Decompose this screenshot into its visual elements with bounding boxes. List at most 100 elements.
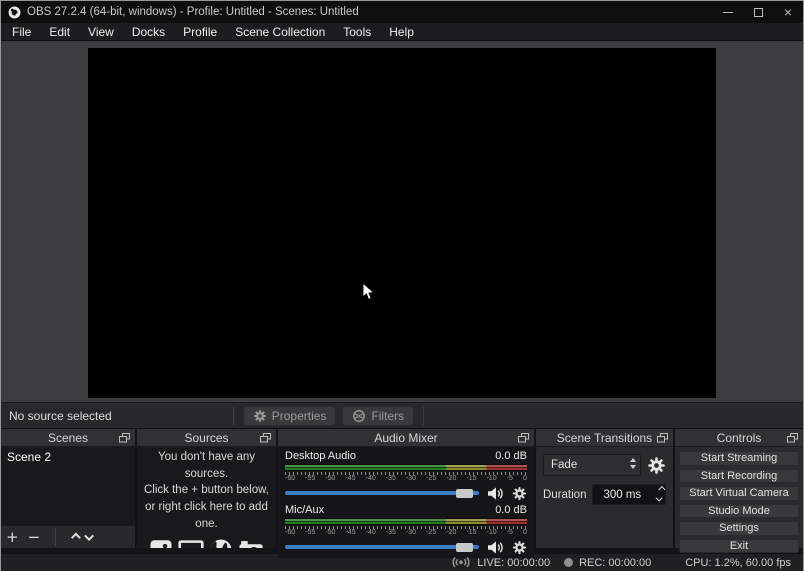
chevron-up-icon[interactable]	[658, 485, 666, 494]
controls-button[interactable]: Start Recording	[679, 468, 799, 483]
controls-button[interactable]: Exit	[679, 538, 799, 553]
menu-item[interactable]: File	[3, 23, 40, 40]
menu-item[interactable]: Scene Collection	[226, 23, 334, 40]
transition-select[interactable]: Fade	[543, 454, 641, 476]
obs-window: { "window": { "title": "OBS 27.2.4 (64-b…	[0, 0, 804, 571]
filters-button[interactable]: Filters	[342, 405, 415, 426]
transition-properties-button[interactable]	[647, 456, 666, 475]
audio-mixer-header[interactable]: Audio Mixer	[278, 429, 534, 447]
channel-db-value: 0.0 dB	[495, 450, 527, 462]
menu-item[interactable]: Profile	[174, 23, 226, 40]
minimize-button[interactable]	[713, 1, 743, 23]
maximize-button[interactable]	[743, 1, 773, 23]
monitor-icon	[178, 540, 204, 548]
source-status-text: No source selected	[9, 408, 112, 423]
preview-area	[1, 41, 803, 402]
live-timer: LIVE: 00:00:00	[477, 556, 551, 569]
add-scene-button[interactable]: +	[6, 529, 19, 545]
duration-input[interactable]: 300 ms	[592, 484, 666, 505]
menu-item[interactable]: Docks	[123, 23, 174, 40]
audio-mixer-panel: Audio Mixer Desktop Audio 0.0 dB -60 -55 -…	[278, 429, 534, 558]
toolbar-separator	[232, 406, 234, 425]
obs-logo-icon	[8, 6, 21, 18]
cpu-fps-stats: CPU: 1.2%, 60.00 fps	[685, 556, 791, 569]
channel-db-value: 0.0 dB	[495, 504, 527, 516]
tick-label: -15	[466, 529, 477, 536]
scenes-panel-header[interactable]: Scenes	[1, 429, 135, 447]
speaker-mute-button[interactable]	[487, 486, 504, 501]
volume-slider[interactable]	[285, 488, 479, 498]
float-dock-icon[interactable]	[260, 433, 271, 443]
controls-button[interactable]: Studio Mode	[679, 503, 799, 518]
tick-label: -60	[285, 475, 296, 482]
tick-label: -30	[405, 475, 417, 482]
sources-empty-text: You don't have any sources. Click the + b…	[137, 449, 276, 532]
controls-panel-header[interactable]: Controls	[675, 429, 803, 447]
scenes-toolbar: + −	[1, 525, 135, 548]
scenes-panel: Scenes Scene 2 + −	[1, 429, 135, 548]
sources-empty-text-line: Click the + button below,	[144, 484, 269, 497]
properties-button[interactable]: Properties	[242, 405, 337, 426]
move-scene-up-button[interactable]	[71, 532, 82, 542]
channel-settings-button[interactable]	[512, 540, 527, 555]
menu-item[interactable]: View	[79, 23, 123, 40]
tick-label: -35	[385, 529, 396, 536]
tick-label: 0	[522, 475, 527, 482]
menu-item[interactable]: Help	[380, 23, 423, 40]
preview-canvas[interactable]	[88, 48, 716, 398]
menu-item[interactable]: Edit	[40, 23, 79, 40]
close-button[interactable]: ×	[773, 1, 803, 23]
rec-timer: REC: 00:00:00	[579, 556, 652, 569]
camera-icon	[239, 541, 263, 548]
remove-scene-button[interactable]: −	[28, 529, 41, 545]
sources-panel: Sources You don't have any sources. Click…	[137, 429, 276, 548]
float-dock-icon[interactable]	[518, 433, 529, 443]
docks-row: Scenes Scene 2 + − Sources You don't hav…	[1, 428, 803, 558]
float-dock-icon[interactable]	[119, 433, 130, 443]
tick-label: -35	[385, 475, 396, 482]
volume-slider-track[interactable]	[285, 491, 479, 495]
controls-panel-title: Controls	[716, 430, 762, 445]
speaker-mute-button[interactable]	[487, 540, 504, 555]
scene-list-item[interactable]: Scene 2	[1, 447, 135, 467]
volume-slider-handle[interactable]	[455, 488, 473, 498]
controls-button[interactable]: Settings	[679, 521, 799, 536]
volume-slider-track[interactable]	[285, 545, 479, 549]
tick-label: -60	[285, 529, 296, 536]
sources-empty-text-line: or right click here to add one.	[145, 501, 268, 530]
controls-buttons: Start Streaming Start Recording Start Virt…	[675, 447, 803, 557]
chevron-down-icon[interactable]	[655, 494, 663, 502]
tick-label: -10	[486, 475, 497, 482]
menu-item[interactable]: Tools	[334, 23, 380, 40]
controls-button[interactable]: Start Virtual Camera	[679, 486, 799, 501]
tick-label: 0	[522, 529, 527, 536]
channel-settings-button[interactable]	[512, 486, 527, 501]
tick-label: -40	[365, 529, 376, 536]
minimize-icon	[723, 11, 733, 13]
audio-mixer-title: Audio Mixer	[374, 430, 438, 445]
toolbar-separator	[55, 528, 57, 546]
meter-tick-labels: -60 -55 -50 -45 -40 -35 -30 -25 -20 -15 -10 -5 0	[285, 475, 527, 483]
duration-spinner[interactable]	[655, 485, 666, 504]
record-dot-icon	[564, 558, 574, 567]
float-dock-icon[interactable]	[787, 433, 798, 443]
move-scene-down-button[interactable]	[84, 530, 95, 541]
duration-label: Duration	[543, 488, 587, 501]
volume-slider[interactable]	[285, 542, 479, 552]
sources-empty-area[interactable]: You don't have any sources. Click the + b…	[137, 447, 276, 548]
float-dock-icon[interactable]	[657, 433, 668, 443]
controls-button[interactable]: Start Streaming	[679, 451, 799, 466]
controls-panel: Controls Start Streaming Start Recording S…	[675, 429, 803, 553]
mixer-channel-mic-aux: Mic/Aux 0.0 dB -60 -55 -50 -45 -40 -35 -30 -25-…	[285, 504, 527, 555]
mixer-channel-desktop-audio: Desktop Audio 0.0 dB -60 -55 -50 -45 -40 -35-…	[285, 450, 527, 501]
tick-label: -5	[506, 529, 513, 536]
volume-meter	[285, 518, 527, 525]
tick-label: -10	[486, 529, 497, 536]
scenes-list[interactable]: Scene 2	[1, 447, 135, 525]
broadcast-icon	[452, 557, 470, 568]
sources-panel-header[interactable]: Sources	[137, 429, 276, 447]
sources-panel-title: Sources	[184, 430, 229, 445]
source-toolbar: No source selected Properties Filters	[1, 402, 803, 428]
volume-slider-handle[interactable]	[455, 542, 473, 552]
scene-transitions-header[interactable]: Scene Transitions	[536, 429, 673, 447]
